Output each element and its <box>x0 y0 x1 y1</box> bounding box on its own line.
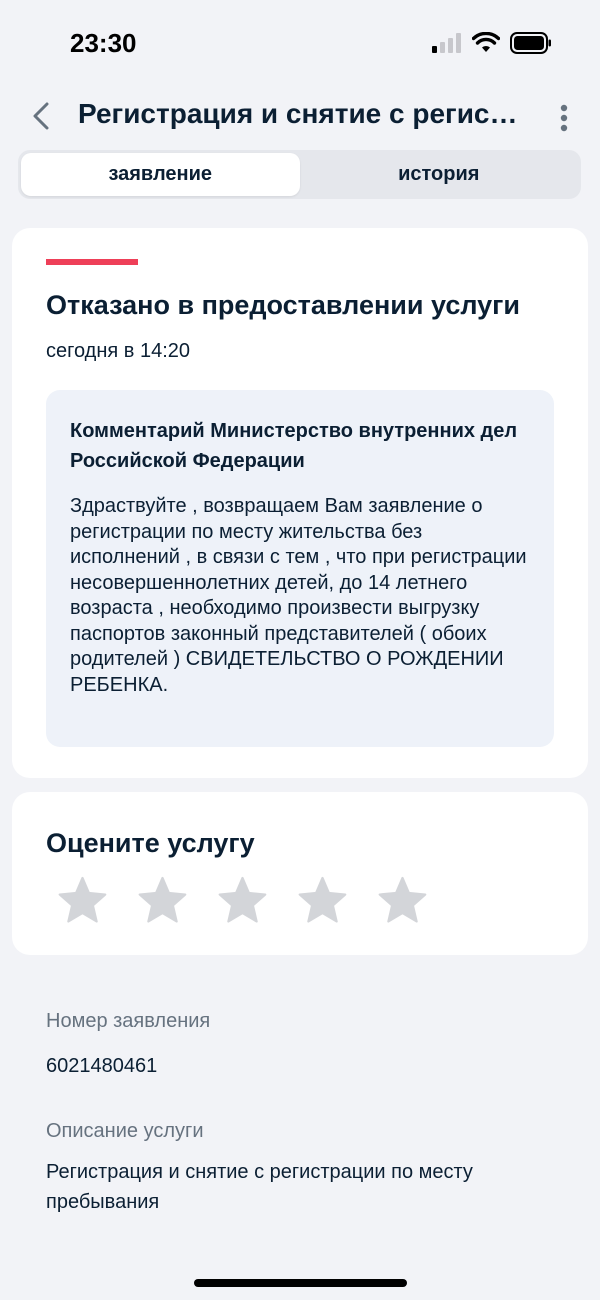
star-icon[interactable] <box>136 874 189 927</box>
application-number-section: Номер заявления 6021480461 <box>46 1010 566 1081</box>
service-description-value: Регистрация и снятие с регистрации по ме… <box>46 1161 473 1213</box>
application-number-value: 6021480461 <box>46 1055 158 1077</box>
service-description-section: Описание услуги Регистрация и снятие с р… <box>46 1120 566 1217</box>
tab-history[interactable]: история <box>300 153 579 196</box>
star-icon[interactable] <box>216 874 269 927</box>
star-icon[interactable] <box>296 874 349 927</box>
segmented-control: заявление история <box>18 150 581 199</box>
comment-box: Комментарий Министерство внутренних дел … <box>46 390 554 747</box>
rating-stars <box>56 874 429 927</box>
status-icons <box>432 32 552 54</box>
page-title: Регистрация и снятие с регистрации по ме… <box>78 98 518 129</box>
star-icon[interactable] <box>376 874 429 927</box>
battery-icon <box>510 32 551 54</box>
status-card: Отказано в предоставлении услуги сегодня… <box>12 228 588 778</box>
status-bar: 23:30 <box>0 0 600 90</box>
chevron-left-icon <box>33 102 49 130</box>
rating-title: Оцените услугу <box>46 828 255 858</box>
status-time: 23:30 <box>70 28 137 58</box>
comment-text: Здраствуйте , возвращаем Вам заявление о… <box>70 495 527 696</box>
status-date: сегодня в 14:20 <box>46 340 190 362</box>
more-vertical-icon <box>560 104 568 132</box>
service-description-label: Описание услуги <box>46 1120 204 1142</box>
app-header: Регистрация и снятие с регистрации по ме… <box>0 90 600 142</box>
cellular-signal-icon <box>432 33 461 53</box>
comment-title: Комментарий Министерство внутренних дел … <box>70 420 518 472</box>
tab-application[interactable]: заявление <box>21 153 300 196</box>
back-button[interactable] <box>26 96 56 136</box>
status-accent-line <box>46 259 138 265</box>
wifi-icon <box>472 32 500 52</box>
rating-card: Оцените услугу <box>12 792 588 955</box>
home-indicator[interactable] <box>194 1279 407 1287</box>
status-title: Отказано в предоставлении услуги <box>46 290 520 320</box>
star-icon[interactable] <box>56 874 109 927</box>
more-options-button[interactable] <box>552 98 576 138</box>
application-number-label: Номер заявления <box>46 1010 211 1032</box>
